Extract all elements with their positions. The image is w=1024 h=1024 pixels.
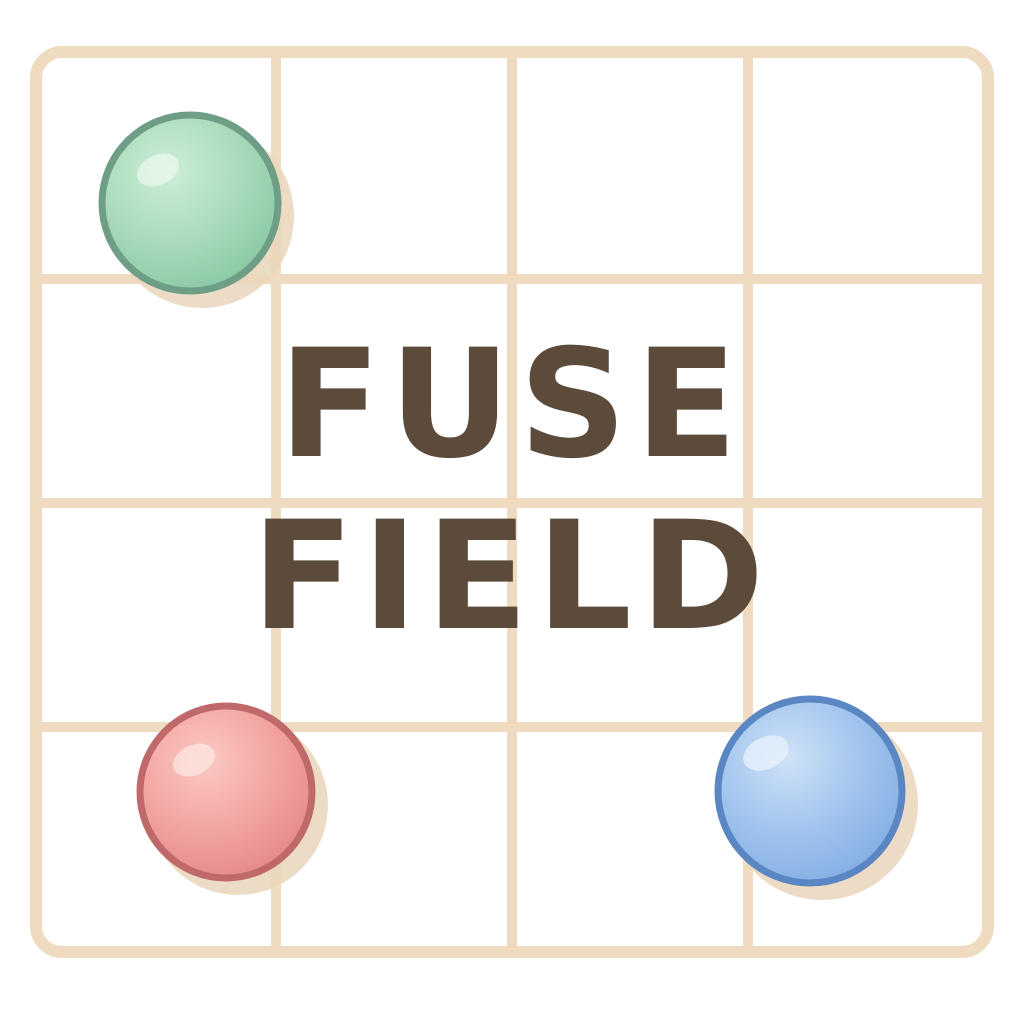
blue-orb-body <box>714 695 906 887</box>
game-canvas: FUSE FIELD <box>0 0 1024 1024</box>
red-orb-body <box>136 702 316 882</box>
green-orb-body <box>98 111 282 295</box>
game-board <box>30 46 994 958</box>
